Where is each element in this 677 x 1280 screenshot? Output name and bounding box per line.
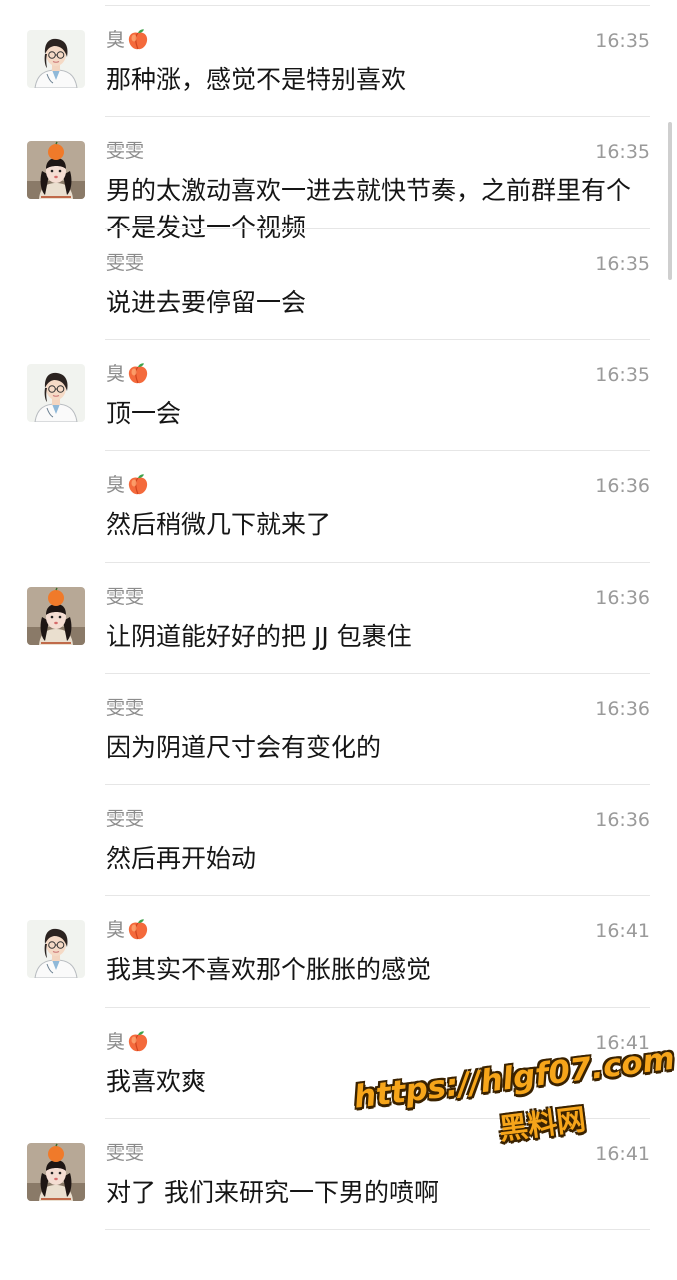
sender-name: 雯雯 bbox=[106, 250, 144, 276]
message-divider bbox=[105, 228, 650, 229]
message-divider bbox=[105, 450, 650, 451]
message-time: 16:35 bbox=[595, 30, 650, 52]
message-text[interactable]: 然后再开始动 bbox=[106, 840, 651, 877]
peach-icon bbox=[125, 919, 150, 941]
message-divider bbox=[105, 895, 650, 896]
sender-name-text: 臭 bbox=[106, 1031, 126, 1053]
message-item[interactable]: 雯雯 16:36 因为阴道尺寸会有变化的 bbox=[0, 673, 677, 784]
avatar-chou[interactable] bbox=[27, 30, 85, 88]
message-time: 16:35 bbox=[595, 253, 650, 275]
message-text[interactable]: 让阴道能好好的把 JJ 包裹住 bbox=[106, 618, 651, 655]
message-time: 16:41 bbox=[595, 920, 650, 942]
sender-name: 臭 bbox=[106, 361, 150, 387]
peach-icon bbox=[125, 474, 150, 496]
message-item[interactable]: 雯雯 16:36 让阴道能好好的把 JJ 包裹住 bbox=[0, 562, 677, 673]
sender-name-text: 雯雯 bbox=[106, 586, 145, 608]
sender-name-text: 雯雯 bbox=[106, 140, 145, 162]
scrollbar[interactable] bbox=[668, 122, 672, 280]
message-item[interactable]: 雯雯 16:35 男的太激动喜欢一进去就快节奏，之前群里有个不是发过一个视频 bbox=[0, 116, 677, 242]
avatar-wenwen[interactable] bbox=[27, 141, 85, 199]
message-text[interactable]: 因为阴道尺寸会有变化的 bbox=[106, 729, 651, 766]
sender-name: 雯雯 bbox=[106, 138, 144, 164]
message-item[interactable]: 雯雯 16:35 说进去要停留一会 bbox=[0, 228, 677, 339]
sender-name: 雯雯 bbox=[106, 584, 144, 610]
message-divider bbox=[105, 5, 650, 6]
sender-name-text: 臭 bbox=[106, 29, 126, 51]
message-time: 16:35 bbox=[595, 141, 650, 163]
message-text[interactable]: 然后稍微几下就来了 bbox=[106, 506, 651, 543]
message-text[interactable]: 那种涨，感觉不是特别喜欢 bbox=[106, 61, 651, 98]
message-divider bbox=[105, 1229, 650, 1230]
message-text[interactable]: 说进去要停留一会 bbox=[106, 284, 651, 321]
message-divider bbox=[105, 784, 650, 785]
message-divider bbox=[105, 562, 650, 563]
message-time: 16:35 bbox=[595, 364, 650, 386]
avatar-wenwen[interactable] bbox=[27, 587, 85, 645]
message-time: 16:36 bbox=[595, 698, 650, 720]
sender-name: 臭 bbox=[106, 1029, 150, 1055]
message-text[interactable]: 顶一会 bbox=[106, 395, 651, 432]
message-item[interactable]: 臭 16:41 我其实不喜欢那个胀胀的感觉 bbox=[0, 895, 677, 1006]
peach-icon bbox=[125, 29, 150, 51]
sender-name: 雯雯 bbox=[106, 695, 144, 721]
sender-name: 雯雯 bbox=[106, 806, 144, 832]
message-item[interactable]: 臭 16:35 顶一会 bbox=[0, 339, 677, 450]
message-item[interactable]: 臭 16:35 那种涨，感觉不是特别喜欢 bbox=[0, 5, 677, 116]
message-time: 16:36 bbox=[595, 475, 650, 497]
message-divider bbox=[105, 673, 650, 674]
message-item[interactable]: 臭 16:36 然后稍微几下就来了 bbox=[0, 450, 677, 561]
sender-name-text: 臭 bbox=[106, 919, 126, 941]
peach-icon bbox=[125, 1031, 150, 1053]
message-divider bbox=[105, 1007, 650, 1008]
sender-name-text: 雯雯 bbox=[106, 1142, 145, 1164]
peach-icon bbox=[125, 363, 150, 385]
message-divider bbox=[105, 116, 650, 117]
sender-name: 臭 bbox=[106, 917, 150, 943]
sender-name-text: 臭 bbox=[106, 474, 126, 496]
message-time: 16:36 bbox=[595, 587, 650, 609]
sender-name: 臭 bbox=[106, 27, 150, 53]
sender-name: 雯雯 bbox=[106, 1140, 144, 1166]
message-text[interactable]: 我其实不喜欢那个胀胀的感觉 bbox=[106, 951, 651, 988]
message-divider bbox=[105, 339, 650, 340]
message-time: 16:36 bbox=[595, 809, 650, 831]
avatar-chou[interactable] bbox=[27, 920, 85, 978]
message-item[interactable]: 雯雯 16:36 然后再开始动 bbox=[0, 784, 677, 895]
sender-name-text: 雯雯 bbox=[106, 252, 145, 274]
sender-name-text: 雯雯 bbox=[106, 697, 145, 719]
avatar-wenwen[interactable] bbox=[27, 1143, 85, 1201]
sender-name: 臭 bbox=[106, 472, 150, 498]
watermark-label: 黑料网 bbox=[497, 1101, 588, 1147]
avatar-chou[interactable] bbox=[27, 364, 85, 422]
sender-name-text: 雯雯 bbox=[106, 808, 145, 830]
sender-name-text: 臭 bbox=[106, 363, 126, 385]
